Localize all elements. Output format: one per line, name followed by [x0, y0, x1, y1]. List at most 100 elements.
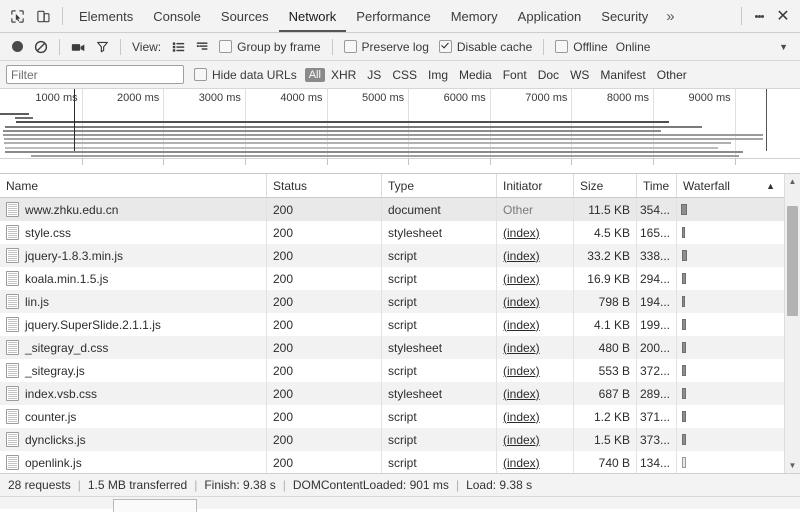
scroll-up-arrow-icon[interactable]: ▲ — [785, 174, 800, 189]
sort-indicator-icon[interactable]: ▲ — [766, 181, 775, 191]
cell-name[interactable]: lin.js — [0, 290, 267, 313]
filter-type-doc[interactable]: Doc — [533, 67, 564, 83]
column-header-size[interactable]: Size — [574, 174, 637, 197]
cell-name[interactable]: _sitegray_d.css — [0, 336, 267, 359]
cell-name[interactable]: jquery-1.8.3.min.js — [0, 244, 267, 267]
network-overview-timeline[interactable]: 1000 ms2000 ms3000 ms4000 ms5000 ms6000 … — [0, 89, 800, 174]
filter-type-js[interactable]: JS — [362, 67, 386, 83]
device-toggle-icon[interactable] — [30, 3, 56, 29]
column-header-name[interactable]: Name — [0, 174, 267, 197]
initiator-text[interactable]: (index) — [503, 364, 540, 378]
record-button-icon[interactable] — [6, 36, 28, 58]
list-view-icon[interactable] — [167, 36, 189, 58]
tab-elements[interactable]: Elements — [69, 1, 143, 32]
column-header-type[interactable]: Type — [382, 174, 497, 197]
table-row[interactable]: style.css200stylesheet(index)4.5 KB165..… — [0, 221, 800, 244]
table-row[interactable]: dynclicks.js200script(index)1.5 KB373... — [0, 428, 800, 451]
waterfall-view-icon[interactable] — [191, 36, 213, 58]
filter-type-all[interactable]: All — [305, 68, 325, 82]
cell-name[interactable]: _sitegray.js — [0, 359, 267, 382]
group-by-frame-toggle[interactable]: Group by frame — [219, 40, 320, 54]
initiator-text[interactable]: (index) — [503, 341, 540, 355]
capture-screenshots-icon[interactable] — [67, 36, 89, 58]
scroll-down-arrow-icon[interactable]: ▼ — [785, 458, 800, 473]
disable-cache-toggle[interactable]: Disable cache — [439, 40, 532, 54]
table-row[interactable]: _sitegray_d.css200stylesheet(index)480 B… — [0, 336, 800, 359]
table-row[interactable]: jquery.SuperSlide.2.1.1.js200script(inde… — [0, 313, 800, 336]
cell-name[interactable]: openlink.js — [0, 451, 267, 473]
column-header-initiator[interactable]: Initiator — [497, 174, 574, 197]
cell-name[interactable]: counter.js — [0, 405, 267, 428]
timeline-tick-label: 8000 ms — [607, 92, 653, 104]
column-header-time[interactable]: Time — [637, 174, 677, 197]
vertical-scrollbar[interactable]: ▲ ▼ — [784, 174, 800, 473]
initiator-text[interactable]: (index) — [503, 295, 540, 309]
filter-type-css[interactable]: CSS — [387, 67, 422, 83]
tab-security[interactable]: Security — [591, 1, 658, 32]
hide-data-urls-checkbox[interactable] — [194, 68, 207, 81]
column-header-waterfall[interactable]: Waterfall▲ — [677, 174, 800, 197]
cell-status: 200 — [267, 382, 382, 405]
clear-button-icon[interactable] — [30, 36, 52, 58]
tab-console[interactable]: Console — [143, 1, 211, 32]
initiator-text[interactable]: (index) — [503, 433, 540, 447]
chevron-down-icon[interactable]: ▼ — [773, 42, 794, 52]
table-row[interactable]: lin.js200script(index)798 B194... — [0, 290, 800, 313]
more-tabs-icon[interactable]: » — [658, 9, 682, 24]
hide-data-urls-toggle[interactable]: Hide data URLs — [194, 68, 297, 82]
filter-type-ws[interactable]: WS — [565, 67, 594, 83]
offline-checkbox[interactable] — [555, 40, 568, 53]
initiator-text[interactable]: (index) — [503, 249, 540, 263]
time-text: 373... — [640, 433, 670, 447]
filter-type-manifest[interactable]: Manifest — [595, 67, 650, 83]
cell-waterfall — [677, 244, 800, 267]
initiator-text[interactable]: (index) — [503, 410, 540, 424]
table-row[interactable]: index.vsb.css200stylesheet(index)687 B28… — [0, 382, 800, 405]
close-icon[interactable]: ✕ — [770, 3, 796, 29]
tab-label: Sources — [221, 9, 269, 24]
drawer-tab[interactable] — [113, 499, 197, 512]
cell-name[interactable]: jquery.SuperSlide.2.1.1.js — [0, 313, 267, 336]
initiator-text[interactable]: (index) — [503, 226, 540, 240]
throttling-value[interactable]: Online — [616, 40, 651, 54]
filter-type-xhr[interactable]: XHR — [326, 67, 361, 83]
cell-waterfall — [677, 336, 800, 359]
tab-memory[interactable]: Memory — [441, 1, 508, 32]
filter-type-font[interactable]: Font — [498, 67, 532, 83]
disable-cache-checkbox[interactable] — [439, 40, 452, 53]
tab-sources[interactable]: Sources — [211, 1, 279, 32]
tab-performance[interactable]: Performance — [346, 1, 440, 32]
offline-toggle[interactable]: Offline — [555, 40, 607, 54]
cell-name[interactable]: dynclicks.js — [0, 428, 267, 451]
filter-type-media[interactable]: Media — [454, 67, 497, 83]
inspect-cursor-icon[interactable] — [4, 3, 30, 29]
initiator-text[interactable]: (index) — [503, 272, 540, 286]
preserve-log-checkbox[interactable] — [344, 40, 357, 53]
cell-name[interactable]: style.css — [0, 221, 267, 244]
column-header-status[interactable]: Status — [267, 174, 382, 197]
filter-type-img[interactable]: Img — [423, 67, 453, 83]
cell-name[interactable]: koala.min.1.5.js — [0, 267, 267, 290]
table-row[interactable]: www.zhku.edu.cn200documentOther11.5 KB35… — [0, 198, 800, 221]
table-row[interactable]: koala.min.1.5.js200script(index)16.9 KB2… — [0, 267, 800, 290]
table-row[interactable]: counter.js200script(index)1.2 KB371... — [0, 405, 800, 428]
cell-size: 4.5 KB — [574, 221, 637, 244]
preserve-log-toggle[interactable]: Preserve log — [344, 40, 429, 54]
table-row[interactable]: _sitegray.js200script(index)553 B372... — [0, 359, 800, 382]
filter-input[interactable] — [6, 65, 184, 84]
kebab-menu-icon[interactable] — [748, 3, 770, 29]
group-by-frame-checkbox[interactable] — [219, 40, 232, 53]
tab-application[interactable]: Application — [508, 1, 592, 32]
initiator-text[interactable]: (index) — [503, 456, 540, 470]
scrollbar-thumb[interactable] — [787, 206, 798, 316]
tab-network[interactable]: Network — [279, 1, 347, 32]
initiator-text[interactable]: (index) — [503, 318, 540, 332]
cell-name[interactable]: index.vsb.css — [0, 382, 267, 405]
cell-status: 200 — [267, 405, 382, 428]
filter-type-other[interactable]: Other — [652, 67, 692, 83]
initiator-text[interactable]: (index) — [503, 387, 540, 401]
cell-name[interactable]: www.zhku.edu.cn — [0, 198, 267, 221]
table-row[interactable]: jquery-1.8.3.min.js200script(index)33.2 … — [0, 244, 800, 267]
table-row[interactable]: openlink.js200script(index)740 B134... — [0, 451, 800, 473]
filter-funnel-icon[interactable] — [91, 36, 113, 58]
